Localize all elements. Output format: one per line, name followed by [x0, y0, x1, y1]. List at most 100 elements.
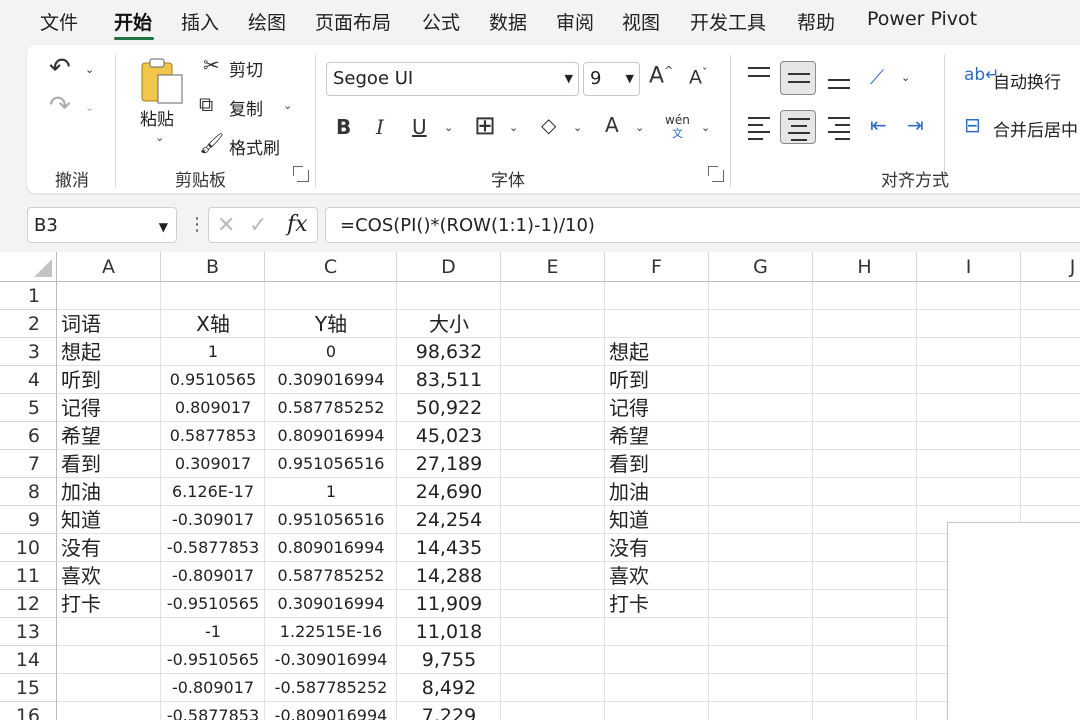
cell-b10[interactable]: -0.5877853 — [161, 534, 265, 562]
cell-a7[interactable]: 看到 — [57, 450, 161, 478]
cell-c7[interactable]: 0.951056516 — [265, 450, 397, 478]
cell-a12[interactable]: 打卡 — [57, 590, 161, 618]
cell-f8[interactable]: 加油 — [605, 478, 709, 506]
cell-d15[interactable]: 8,492 — [397, 674, 501, 702]
align-top-icon[interactable] — [748, 67, 770, 89]
cell-f10[interactable]: 没有 — [605, 534, 709, 562]
menu-file[interactable]: 文件 — [40, 8, 78, 35]
cell-c5[interactable]: 0.587785252 — [265, 394, 397, 422]
row-header-8[interactable]: 8 — [0, 478, 57, 506]
menu-draw[interactable]: 绘图 — [248, 8, 286, 35]
undo-dropdown-icon[interactable]: ⌄ — [85, 63, 94, 76]
column-header-j[interactable]: J — [1021, 252, 1080, 282]
cell-d13[interactable]: 11,018 — [397, 618, 501, 646]
merge-center-button[interactable]: 合并后居中 — [993, 116, 1078, 141]
cell-b16[interactable]: -0.5877853 — [161, 702, 265, 720]
menu-data[interactable]: 数据 — [489, 8, 527, 35]
copy-icon[interactable]: ⧉ — [199, 94, 213, 114]
clipboard-launcher-icon[interactable] — [293, 166, 309, 182]
cell-f12[interactable]: 打卡 — [605, 590, 709, 618]
underline-button[interactable]: U — [412, 117, 427, 137]
row-header-2[interactable]: 2 — [0, 310, 57, 338]
cell-c8[interactable]: 1 — [265, 478, 397, 506]
row-header-1[interactable]: 1 — [0, 282, 57, 310]
cell-d8[interactable]: 24,690 — [397, 478, 501, 506]
column-header-b[interactable]: B — [161, 252, 265, 282]
cell-b8[interactable]: 6.126E-17 — [161, 478, 265, 506]
increase-indent-icon[interactable]: ⇥ — [907, 115, 924, 135]
border-icon[interactable]: ⊞ — [474, 113, 496, 139]
merge-center-icon[interactable]: ⊟ — [964, 115, 981, 135]
scissors-icon[interactable]: ✂ — [203, 55, 220, 75]
chart-object[interactable] — [947, 522, 1080, 720]
cell-b13[interactable]: -1 — [161, 618, 265, 646]
underline-dropdown-icon[interactable]: ⌄ — [444, 121, 453, 134]
align-left-icon[interactable] — [748, 117, 770, 140]
formula-input[interactable]: =COS(PI()*(ROW(1:1)-1)/10) — [325, 207, 1080, 243]
wrap-text-button[interactable]: 自动换行 — [993, 68, 1061, 93]
orientation-dropdown-icon[interactable]: ⌄ — [901, 71, 910, 84]
column-header-a[interactable]: A — [57, 252, 161, 282]
menu-view[interactable]: 视图 — [622, 8, 660, 35]
row-header-11[interactable]: 11 — [0, 562, 57, 590]
align-right-icon[interactable] — [828, 117, 850, 140]
cell-b5[interactable]: 0.809017 — [161, 394, 265, 422]
cell-b15[interactable]: -0.809017 — [161, 674, 265, 702]
cell-c10[interactable]: 0.809016994 — [265, 534, 397, 562]
menu-power-pivot[interactable]: Power Pivot — [867, 8, 977, 30]
font-color-button[interactable]: A — [605, 115, 619, 135]
cell-c12[interactable]: 0.309016994 — [265, 590, 397, 618]
align-center-button[interactable] — [780, 110, 816, 144]
cell-f9[interactable]: 知道 — [605, 506, 709, 534]
cell-a9[interactable]: 知道 — [57, 506, 161, 534]
column-header-g[interactable]: G — [709, 252, 813, 282]
menu-help[interactable]: 帮助 — [797, 8, 835, 35]
cell-b6[interactable]: 0.5877853 — [161, 422, 265, 450]
copy-button[interactable]: 复制 — [229, 95, 263, 120]
font-color-dropdown-icon[interactable]: ⌄ — [635, 121, 644, 134]
font-size-select[interactable]: 9 ▼ — [583, 62, 640, 96]
cell-f6[interactable]: 希望 — [605, 422, 709, 450]
cell-c13[interactable]: 1.22515E-16 — [265, 618, 397, 646]
row-header-9[interactable]: 9 — [0, 506, 57, 534]
cell-a3[interactable]: 想起 — [57, 338, 161, 366]
cell-b3[interactable]: 1 — [161, 338, 265, 366]
cell-d6[interactable]: 45,023 — [397, 422, 501, 450]
phonetic-dropdown-icon[interactable]: ⌄ — [701, 121, 710, 134]
menu-page-layout[interactable]: 页面布局 — [315, 8, 391, 35]
cell-a2[interactable]: 词语 — [57, 310, 161, 338]
orientation-icon[interactable]: ⟋ — [870, 67, 884, 87]
cell-c6[interactable]: 0.809016994 — [265, 422, 397, 450]
cell-d3[interactable]: 98,632 — [397, 338, 501, 366]
cell-d4[interactable]: 83,511 — [397, 366, 501, 394]
row-header-16[interactable]: 16 — [0, 702, 57, 720]
cell-f7[interactable]: 看到 — [605, 450, 709, 478]
cancel-icon[interactable]: ✕ — [217, 213, 235, 238]
font-name-select[interactable]: Segoe UI ▼ — [326, 62, 579, 96]
cell-d11[interactable]: 14,288 — [397, 562, 501, 590]
fill-color-dropdown-icon[interactable]: ⌄ — [573, 121, 582, 134]
cell-b11[interactable]: -0.809017 — [161, 562, 265, 590]
cell-b12[interactable]: -0.9510565 — [161, 590, 265, 618]
paste-icon[interactable] — [138, 55, 186, 107]
cell-c9[interactable]: 0.951056516 — [265, 506, 397, 534]
column-header-d[interactable]: D — [397, 252, 501, 282]
column-header-f[interactable]: F — [605, 252, 709, 282]
cell-d10[interactable]: 14,435 — [397, 534, 501, 562]
row-header-7[interactable]: 7 — [0, 450, 57, 478]
name-box[interactable]: B3 ▼ — [27, 207, 177, 243]
cell-b14[interactable]: -0.9510565 — [161, 646, 265, 674]
cell-a8[interactable]: 加油 — [57, 478, 161, 506]
row-header-15[interactable]: 15 — [0, 674, 57, 702]
column-header-e[interactable]: E — [501, 252, 605, 282]
cell-d16[interactable]: 7,229 — [397, 702, 501, 720]
more-options-icon[interactable]: ⋮ — [188, 214, 206, 235]
paste-label[interactable]: 粘贴 — [140, 105, 174, 130]
cell-c15[interactable]: -0.587785252 — [265, 674, 397, 702]
cell-b2[interactable]: X轴 — [161, 310, 265, 338]
cell-a4[interactable]: 听到 — [57, 366, 161, 394]
row-header-4[interactable]: 4 — [0, 366, 57, 394]
cell-d12[interactable]: 11,909 — [397, 590, 501, 618]
decrease-font-icon[interactable]: Aˇ — [689, 67, 708, 87]
cell-c14[interactable]: -0.309016994 — [265, 646, 397, 674]
